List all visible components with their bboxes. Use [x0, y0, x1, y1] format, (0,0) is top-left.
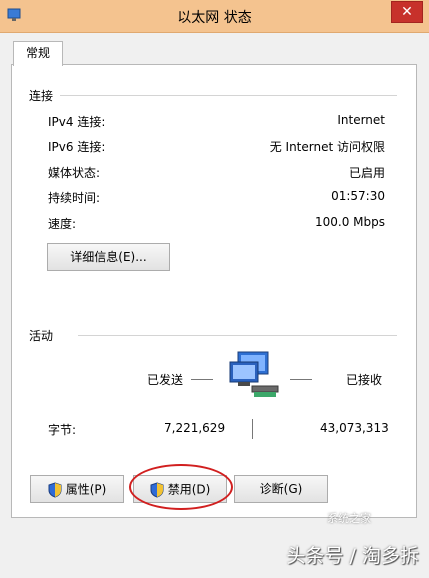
properties-button-label: 属性(P) [65, 482, 107, 497]
received-label: 已接收 [346, 373, 383, 387]
watermark-text: 头条号 / 淘多拆 [286, 545, 419, 567]
bytes-sent-value: 7,221,629 [164, 421, 226, 435]
ipv4-value: Internet [337, 113, 385, 127]
speed-label: 速度: [48, 217, 77, 231]
duration-value: 01:57:30 [331, 189, 385, 203]
ipv4-label: IPv4 连接: [48, 115, 106, 129]
tab-general[interactable]: 常规 [13, 41, 63, 66]
close-button[interactable]: ✕ [391, 1, 423, 23]
media-state-value: 已启用 [348, 166, 385, 180]
received-line [290, 379, 312, 380]
diagnose-button[interactable]: 诊断(G) [234, 475, 328, 503]
activity-group-divider [78, 335, 397, 336]
title-bar: 以太网 状态 ✕ [0, 0, 429, 33]
sent-line [191, 379, 213, 380]
sent-label: 已发送 [147, 373, 184, 387]
network-computers-icon [229, 351, 279, 397]
bytes-label: 字节: [48, 423, 77, 437]
connection-group-title: 连接 [29, 89, 54, 103]
general-panel [11, 64, 417, 518]
window-title: 以太网 状态 [177, 10, 252, 26]
connection-group-divider [60, 95, 397, 96]
media-state-label: 媒体状态: [48, 166, 101, 180]
ipv6-label: IPv6 连接: [48, 140, 106, 154]
speed-value: 100.0 Mbps [314, 215, 385, 229]
details-button[interactable]: 详细信息(E)... [47, 243, 170, 271]
duration-label: 持续时间: [48, 191, 101, 205]
watermark-badge: 系统之家 [327, 512, 371, 525]
bytes-received-value: 43,073,313 [320, 421, 389, 435]
close-icon: ✕ [401, 4, 413, 20]
ipv6-value: 无 Internet 访问权限 [269, 140, 385, 154]
highlight-annotation [129, 464, 233, 510]
bytes-divider [252, 419, 253, 439]
uac-shield-icon [48, 481, 62, 498]
properties-button[interactable]: 属性(P) [30, 475, 124, 503]
activity-group-title: 活动 [29, 329, 54, 343]
